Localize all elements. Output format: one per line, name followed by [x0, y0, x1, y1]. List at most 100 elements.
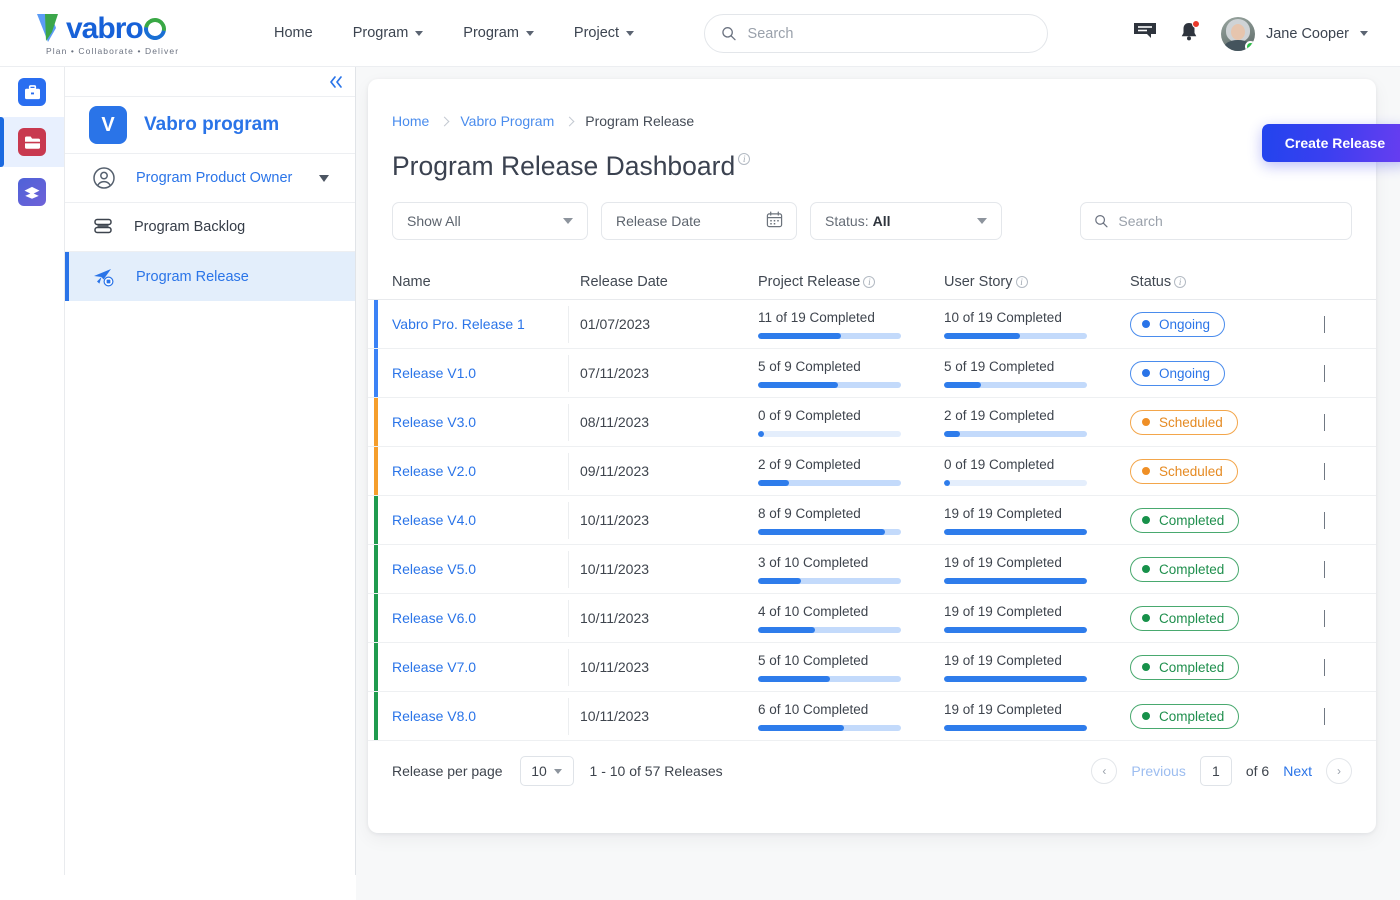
pagination-current-page[interactable]: 1 — [1199, 756, 1232, 786]
user-story-text: 19 of 19 Completed — [944, 701, 1062, 717]
pagination-next-arrow[interactable]: › — [1326, 758, 1352, 784]
release-date-value: 07/11/2023 — [580, 365, 650, 381]
status-dropdown[interactable]: Status: All — [810, 202, 1002, 240]
expand-row-chevron-icon[interactable] — [1324, 414, 1325, 431]
status-badge[interactable]: Ongoing — [1130, 311, 1226, 337]
nav-item-project[interactable]: Project — [574, 25, 635, 41]
column-label: Project Release — [758, 273, 861, 290]
user-story-bar — [944, 724, 1087, 731]
info-icon[interactable]: i — [738, 153, 751, 165]
nav-item-program-1[interactable]: Program — [353, 25, 424, 41]
table-search-input[interactable] — [1118, 213, 1338, 229]
release-date-picker[interactable]: Release Date — [601, 202, 797, 240]
breadcrumb-home[interactable]: Home — [392, 113, 429, 129]
user-menu[interactable]: Jane Cooper — [1220, 16, 1368, 51]
notifications-bell[interactable] — [1179, 19, 1200, 47]
release-name-link[interactable]: Release V2.0 — [392, 463, 476, 479]
backlog-icon — [94, 218, 112, 234]
info-icon[interactable]: i — [1015, 275, 1028, 288]
status-label: Ongoing — [1159, 316, 1211, 332]
project-release-progress: 6 of 10 Completed — [758, 702, 944, 731]
status-label: Completed — [1159, 512, 1225, 528]
collapse-sidebar-button[interactable] — [65, 67, 355, 96]
global-search[interactable] — [704, 14, 1048, 53]
release-name-link[interactable]: Release V5.0 — [392, 561, 476, 577]
table-row[interactable]: Release V5.0 10/11/2023 3 of 10 Completed 1… — [368, 545, 1376, 594]
release-name-link[interactable]: Vabro Pro. Release 1 — [392, 316, 525, 332]
column-label: Name — [392, 273, 431, 290]
pagination-next[interactable]: Next — [1283, 763, 1312, 779]
pagination-previous[interactable]: Previous — [1131, 763, 1185, 779]
expand-row-chevron-icon[interactable] — [1324, 610, 1325, 627]
expand-row-chevron-icon[interactable] — [1324, 561, 1325, 578]
sidebar-item-program-release[interactable]: Program Release — [65, 252, 355, 301]
brand-logo[interactable]: vabro Plan • Collaborate • Deliver — [36, 10, 216, 56]
create-release-button[interactable]: Create Release — [1262, 124, 1400, 162]
table-row[interactable]: Release V3.0 08/11/2023 0 of 9 Completed 2 … — [368, 398, 1376, 447]
status-badge[interactable]: Ongoing — [1130, 360, 1226, 386]
table-row[interactable]: Release V6.0 10/11/2023 4 of 10 Completed 1… — [368, 594, 1376, 643]
show-all-dropdown[interactable]: Show All — [392, 202, 588, 240]
release-date-placeholder: Release Date — [616, 213, 701, 229]
project-release-progress: 4 of 10 Completed — [758, 604, 944, 633]
note-icon[interactable] — [1133, 21, 1157, 46]
main-stage: Home Vabro Program Program Release Creat… — [356, 67, 1400, 900]
nav-item-home[interactable]: Home — [274, 25, 313, 41]
status-label: Scheduled — [1159, 463, 1223, 479]
release-date-value: 10/11/2023 — [580, 610, 650, 626]
status-label: Ongoing — [1159, 365, 1211, 381]
sidebar-item-program-backlog[interactable]: Program Backlog — [65, 203, 355, 252]
status-badge[interactable]: Scheduled — [1130, 409, 1238, 435]
user-story-progress: 2 of 19 Completed — [944, 408, 1130, 437]
layers-icon — [18, 178, 46, 206]
project-release-text: 5 of 9 Completed — [758, 358, 861, 374]
release-date-value: 08/11/2023 — [580, 414, 650, 430]
status-badge[interactable]: Completed — [1130, 654, 1240, 680]
table-row[interactable]: Release V4.0 10/11/2023 8 of 9 Completed 19… — [368, 496, 1376, 545]
release-name-link[interactable]: Release V1.0 — [392, 365, 476, 381]
table-row[interactable]: Release V2.0 09/11/2023 2 of 9 Completed 0 … — [368, 447, 1376, 496]
nav-item-program-2[interactable]: Program — [463, 25, 534, 41]
expand-row-chevron-icon[interactable] — [1324, 316, 1325, 333]
table-row[interactable]: Release V7.0 10/11/2023 5 of 10 Completed 1… — [368, 643, 1376, 692]
column-header-name: Name — [392, 274, 580, 290]
status-badge[interactable]: Completed — [1130, 605, 1240, 631]
table-row[interactable]: Vabro Pro. Release 1 01/07/2023 11 of 19 C… — [368, 300, 1376, 349]
status-badge[interactable]: Completed — [1130, 703, 1240, 729]
rail-item-briefcase[interactable] — [0, 67, 64, 117]
expand-row-chevron-icon[interactable] — [1324, 659, 1325, 676]
global-search-input[interactable] — [747, 25, 1031, 42]
rail-item-folder[interactable] — [0, 117, 64, 167]
table-row[interactable]: Release V1.0 07/11/2023 5 of 9 Completed 5 … — [368, 349, 1376, 398]
info-icon[interactable]: i — [1174, 275, 1187, 288]
pagination-prev-arrow[interactable]: ‹ — [1091, 758, 1118, 784]
expand-row-chevron-icon[interactable] — [1324, 708, 1325, 725]
status-label: Completed — [1159, 708, 1225, 724]
status-filter-label: Status: — [825, 213, 869, 229]
release-name-link[interactable]: Release V8.0 — [392, 708, 476, 724]
status-dot-icon — [1142, 712, 1150, 720]
sidebar-role-selector[interactable]: Program Product Owner — [65, 154, 355, 203]
release-name-link[interactable]: Release V6.0 — [392, 610, 476, 626]
expand-row-chevron-icon[interactable] — [1324, 512, 1325, 529]
user-story-progress: 19 of 19 Completed — [944, 604, 1130, 633]
notification-badge — [1191, 19, 1200, 28]
chevron-right-icon — [439, 116, 450, 126]
breadcrumb-vabro-program[interactable]: Vabro Program — [460, 113, 554, 129]
table-row[interactable]: Release V8.0 10/11/2023 6 of 10 Completed 1… — [368, 692, 1376, 741]
search-icon — [722, 27, 736, 41]
program-header[interactable]: V Vabro program — [65, 96, 355, 154]
release-name-link[interactable]: Release V3.0 — [392, 414, 476, 430]
status-badge[interactable]: Scheduled — [1130, 458, 1238, 484]
program-avatar: V — [89, 106, 127, 144]
status-badge[interactable]: Completed — [1130, 556, 1240, 582]
info-icon[interactable]: i — [863, 275, 876, 288]
expand-row-chevron-icon[interactable] — [1324, 365, 1325, 382]
release-name-link[interactable]: Release V4.0 — [392, 512, 476, 528]
release-name-link[interactable]: Release V7.0 — [392, 659, 476, 675]
status-badge[interactable]: Completed — [1130, 507, 1240, 533]
rail-item-layers[interactable] — [0, 167, 64, 217]
per-page-select[interactable]: 10 — [519, 756, 574, 786]
expand-row-chevron-icon[interactable] — [1324, 463, 1325, 480]
table-search[interactable] — [1080, 202, 1352, 240]
